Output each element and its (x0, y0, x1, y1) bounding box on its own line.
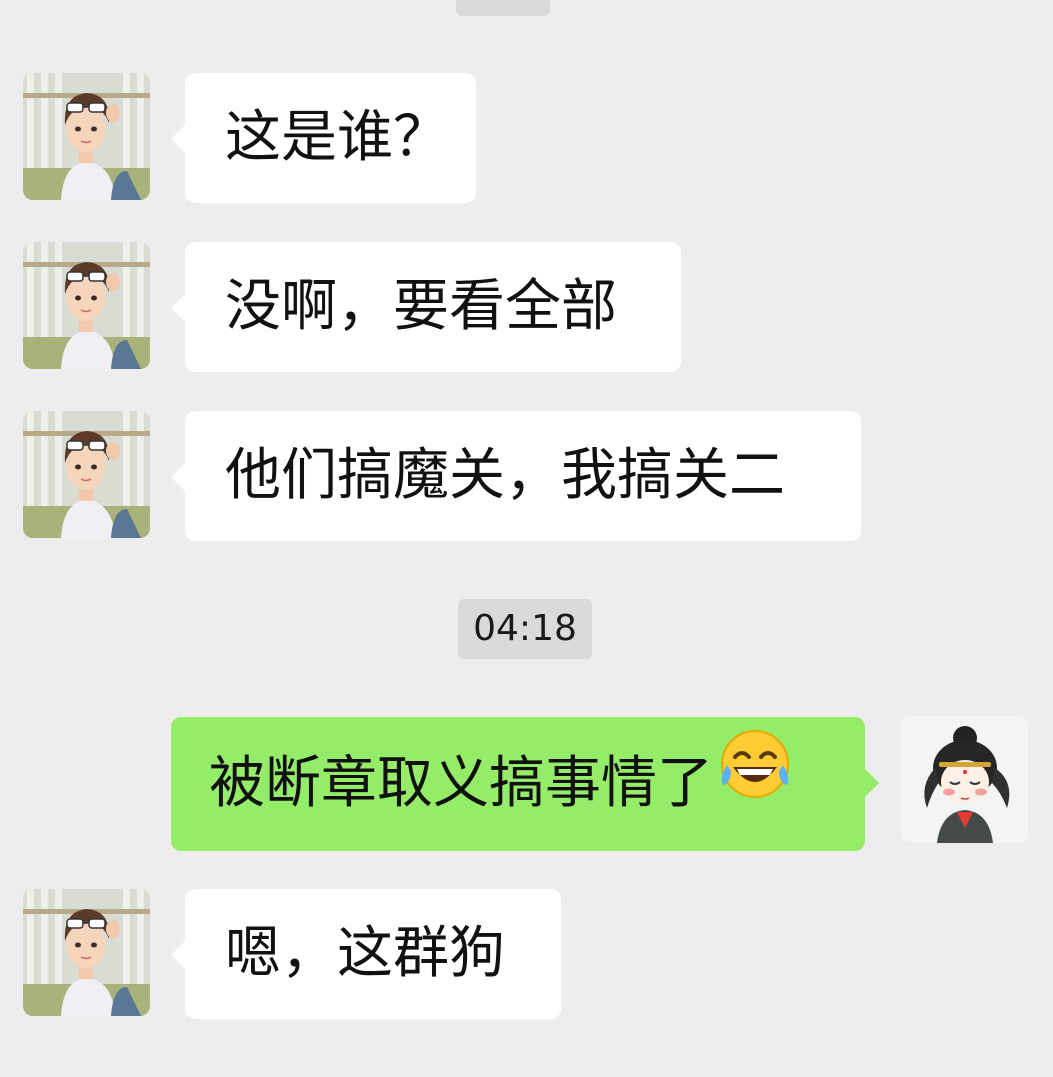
message-text: 他们搞魔关，我搞关二 (225, 443, 785, 508)
message-bubble-incoming[interactable]: 他们搞魔关，我搞关二 (171, 411, 861, 541)
message-text: 被断章取义搞事情了 (209, 751, 713, 816)
friend-avatar[interactable] (23, 411, 150, 538)
message-text: 这是谁？ (225, 105, 449, 170)
message-bubble-incoming[interactable]: 没啊，要看全部 (171, 242, 681, 372)
friend-avatar[interactable] (23, 73, 150, 200)
message-bubble-incoming[interactable]: 这是谁？ (171, 73, 476, 203)
message-text: 没啊，要看全部 (225, 274, 617, 339)
laughing-tears-emoji-icon (715, 716, 795, 850)
chat-window: 04:05 这是谁？ 没啊，要看全部 他们搞魔关，我搞关二 04:18 被断章取… (0, 0, 1053, 1077)
my-avatar[interactable] (901, 716, 1028, 843)
message-bubble-incoming[interactable]: 嗯，这群狗 (171, 889, 561, 1019)
message-text: 嗯，这群狗 (225, 921, 505, 986)
friend-avatar[interactable] (23, 889, 150, 1016)
message-bubble-outgoing[interactable]: 被断章取义搞事情了 (171, 716, 879, 851)
timestamp-middle: 04:18 (458, 599, 592, 659)
timestamp-top: 04:05 (456, 0, 560, 16)
friend-avatar[interactable] (23, 242, 150, 369)
